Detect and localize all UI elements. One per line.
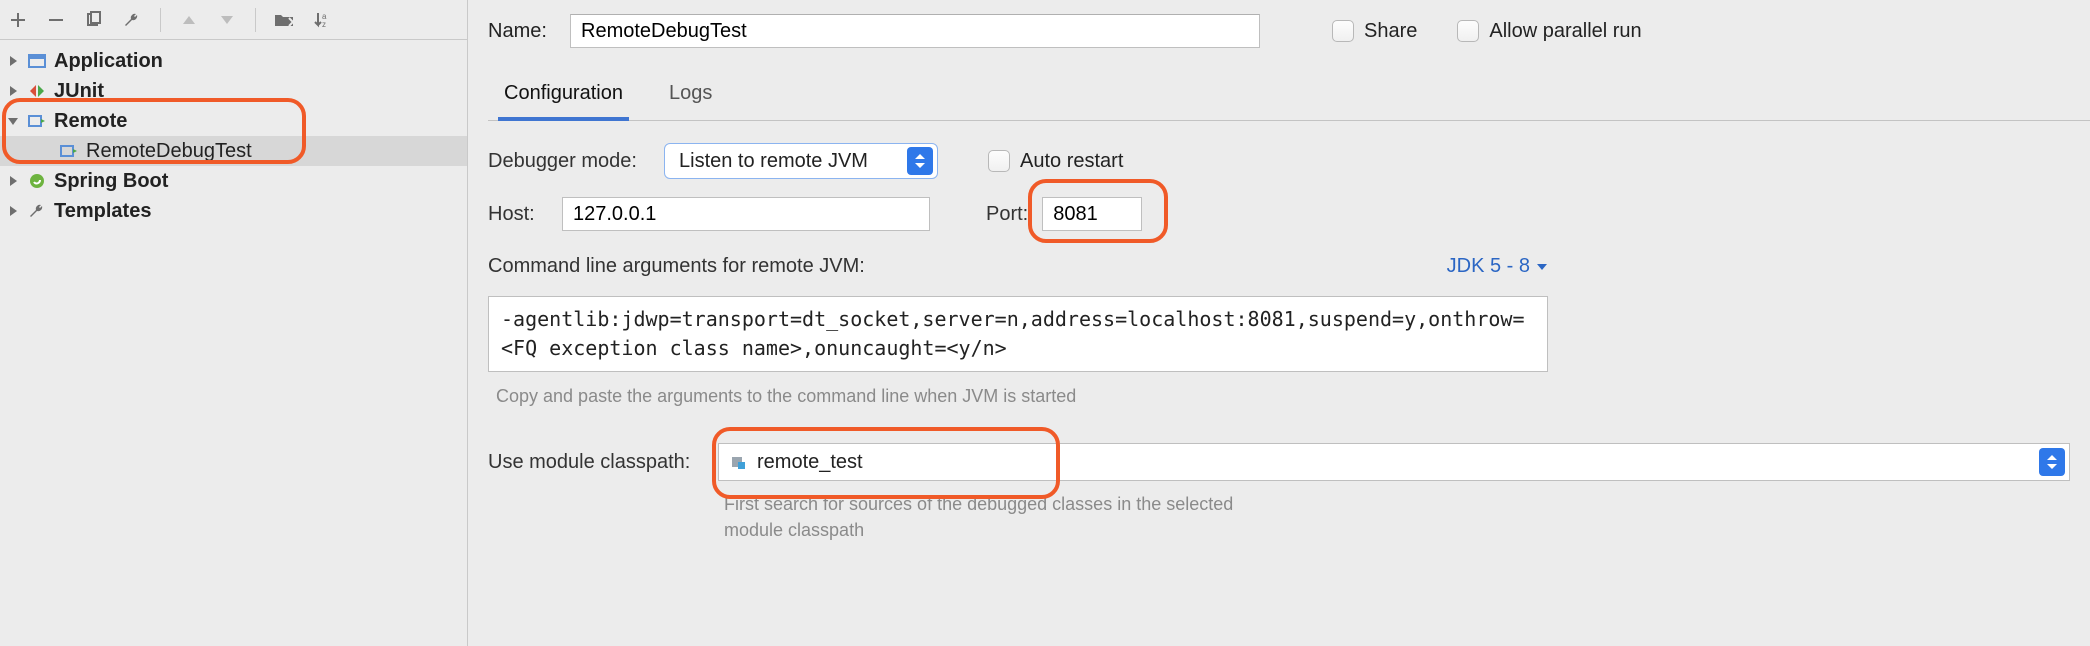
chevron-down-icon (1536, 262, 1548, 272)
jdk-version-value: JDK 5 - 8 (1447, 255, 1530, 278)
tree-node-remote[interactable]: Remote (0, 106, 467, 136)
jdk-version-select[interactable]: JDK 5 - 8 (1447, 255, 1548, 278)
wrench-icon[interactable] (120, 8, 144, 32)
dropdown-icon (907, 147, 933, 175)
tabs: Configuration Logs (488, 74, 2090, 121)
parallel-checkbox[interactable]: Allow parallel run (1457, 20, 1641, 43)
sidebar-toolbar: az (0, 0, 467, 40)
application-icon (26, 50, 48, 72)
tab-logs[interactable]: Logs (663, 74, 718, 120)
module-icon (729, 452, 749, 472)
tree-label: Application (54, 50, 163, 73)
svg-text:z: z (322, 20, 326, 29)
module-classpath-value: remote_test (757, 451, 863, 474)
debugger-mode-label: Debugger mode: (488, 150, 648, 173)
dropdown-icon (2039, 448, 2065, 476)
tree-node-application[interactable]: Application (0, 46, 467, 76)
cmdline-hint: Copy and paste the arguments to the comm… (488, 386, 2070, 407)
module-classpath-select[interactable]: remote_test (718, 443, 2070, 481)
checkbox-icon (988, 150, 1010, 172)
checkbox-icon (1457, 20, 1479, 42)
tree-label: Remote (54, 110, 127, 133)
auto-restart-label: Auto restart (1020, 150, 1123, 173)
host-input[interactable] (562, 197, 930, 231)
expand-icon[interactable] (6, 174, 20, 188)
host-label: Host: (488, 203, 546, 226)
port-input[interactable] (1042, 197, 1142, 231)
tree-node-springboot[interactable]: Spring Boot (0, 166, 467, 196)
debugger-mode-value: Listen to remote JVM (679, 150, 868, 173)
share-checkbox[interactable]: Share (1332, 20, 1417, 43)
expand-icon[interactable] (6, 84, 20, 98)
junit-icon (26, 80, 48, 102)
tree-label: Templates (54, 200, 151, 223)
spring-icon (26, 170, 48, 192)
move-down-icon[interactable] (215, 8, 239, 32)
collapse-icon[interactable] (6, 114, 20, 128)
debugger-mode-select[interactable]: Listen to remote JVM (664, 143, 938, 179)
expand-icon[interactable] (6, 204, 20, 218)
tab-configuration[interactable]: Configuration (498, 74, 629, 121)
add-icon[interactable] (6, 8, 30, 32)
wrench-icon (26, 200, 48, 222)
sort-icon[interactable]: az (310, 8, 334, 32)
move-up-icon[interactable] (177, 8, 201, 32)
tree-label: RemoteDebugTest (86, 140, 252, 163)
tree-node-remotedebugtest[interactable]: RemoteDebugTest (0, 136, 467, 166)
parallel-label: Allow parallel run (1489, 20, 1641, 43)
cmdline-label: Command line arguments for remote JVM: (488, 255, 865, 278)
tree-label: Spring Boot (54, 170, 168, 193)
checkbox-icon (1332, 20, 1354, 42)
remote-icon (26, 110, 48, 132)
folder-icon[interactable] (272, 8, 296, 32)
tree-node-templates[interactable]: Templates (0, 196, 467, 226)
module-classpath-label: Use module classpath: (488, 443, 698, 474)
remote-icon (58, 140, 80, 162)
tree-node-junit[interactable]: JUnit (0, 76, 467, 106)
copy-icon[interactable] (82, 8, 106, 32)
cmdline-args-field[interactable]: -agentlib:jdwp=transport=dt_socket,serve… (488, 296, 1548, 372)
tree-label: JUnit (54, 80, 104, 103)
expand-icon[interactable] (6, 54, 20, 68)
port-label: Port: (986, 203, 1028, 226)
remove-icon[interactable] (44, 8, 68, 32)
auto-restart-checkbox[interactable]: Auto restart (988, 150, 1123, 173)
share-label: Share (1364, 20, 1417, 43)
name-input[interactable] (570, 14, 1260, 48)
module-hint: First search for sources of the debugged… (718, 491, 1238, 543)
name-label: Name: (488, 20, 548, 43)
